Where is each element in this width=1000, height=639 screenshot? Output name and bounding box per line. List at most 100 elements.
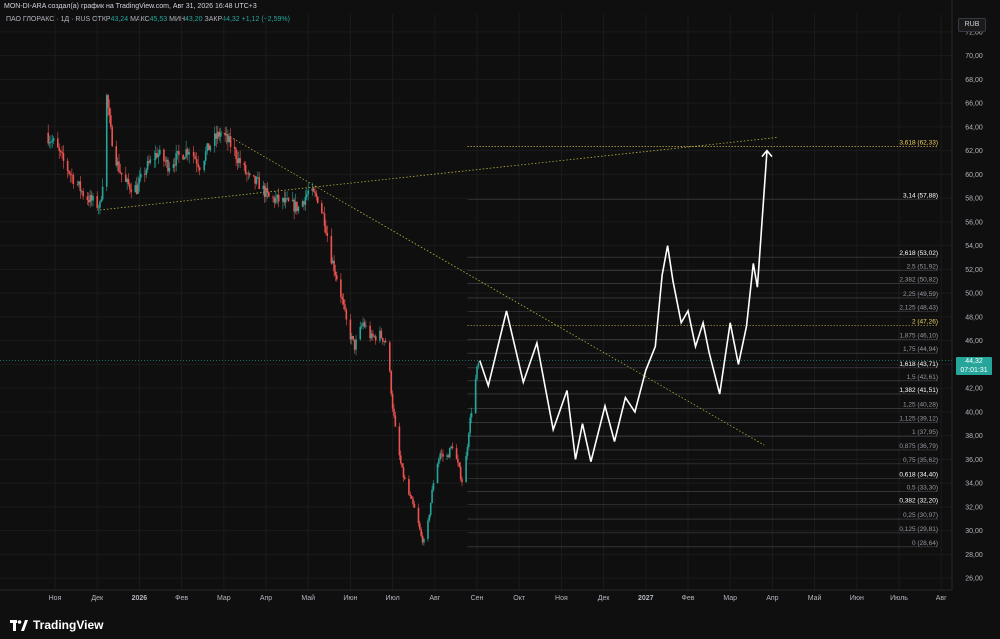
candle-body [195, 159, 198, 164]
candle-body [135, 185, 138, 194]
candle-body [227, 134, 229, 143]
candle-body [296, 201, 298, 212]
x-tick-label: Апр [766, 595, 778, 602]
price-chart[interactable]: 0 (28,64) 0,125 (29,81) 0,25 (30,97) 0,382 … [0, 0, 1000, 611]
fib-level-label: 2,382 (50,82) [899, 276, 938, 283]
candle-body [118, 161, 120, 172]
candle-body [100, 199, 103, 202]
candle-body [92, 196, 94, 201]
candle-body [293, 199, 295, 212]
fib-level-label: 1,618 (43,71) [899, 361, 938, 368]
candle-body [69, 173, 72, 175]
trendline-falling [220, 131, 765, 446]
fib-level-label: 1,75 (44,94) [903, 346, 938, 353]
candle-body [107, 95, 109, 108]
x-tick-label: Авг [429, 595, 440, 602]
candle-body [243, 163, 246, 165]
projection-line [479, 150, 768, 462]
candle-body [164, 161, 167, 162]
y-tick-label: 38,00 [965, 433, 983, 440]
candle-body [139, 173, 142, 178]
candle-body [138, 177, 141, 184]
candle-body [423, 538, 425, 543]
candle-body [80, 191, 83, 192]
candle-body [404, 477, 406, 479]
candle-body [76, 184, 79, 185]
candle-body [110, 115, 112, 127]
bar-countdown: 07:01:31 [960, 367, 988, 374]
candle-body [410, 496, 413, 499]
candle-body [402, 467, 405, 478]
fib-level-label: 0,75 (35,62) [903, 457, 938, 464]
candle-body [326, 232, 329, 236]
candle-body [116, 161, 119, 166]
x-tick-label: Апр [260, 595, 272, 602]
y-tick-label: 64,00 [965, 124, 983, 131]
candle-body [353, 339, 356, 350]
candle-body [365, 325, 367, 327]
candle-body [204, 151, 207, 161]
candle-body [233, 146, 236, 149]
candle-body [165, 159, 168, 162]
y-tick-label: 34,00 [965, 481, 983, 488]
candle-body [461, 479, 463, 483]
candle-body [355, 339, 357, 350]
candle-body [206, 143, 209, 152]
x-tick-label: Мар [723, 595, 737, 602]
candle-body [198, 167, 201, 171]
time-axis[interactable]: Ноя Дек 2026 Фев Мар Апр Май Июн Июл Авг Сен Окт Ноя… [0, 589, 952, 602]
x-tick-label: Фев [175, 595, 188, 602]
x-tick-label: Ноя [49, 595, 62, 602]
candle-body [373, 336, 376, 337]
candle-body [291, 199, 294, 202]
candle-body [59, 150, 62, 152]
candle-body [465, 455, 467, 483]
candle-body [340, 279, 342, 297]
candle-body [108, 107, 111, 116]
candle-body [257, 177, 259, 178]
candle-body [176, 151, 179, 153]
candle-body [89, 194, 91, 203]
candle-body [57, 138, 59, 148]
x-tick-label: Май [301, 594, 315, 602]
candle-body [477, 363, 480, 367]
candle-body [99, 201, 101, 208]
candle-body [316, 196, 319, 204]
candle-body [334, 271, 337, 276]
currency-button[interactable]: RUB [958, 18, 986, 32]
candle-body [183, 157, 186, 160]
candle-body [286, 198, 288, 199]
candle-body [146, 161, 149, 170]
candle-body [124, 174, 127, 182]
candle-body [432, 483, 435, 490]
x-tick-label: Ноя [555, 595, 568, 602]
candle-body [380, 330, 383, 338]
candle-body [351, 336, 353, 340]
y-tick-label: 70,00 [965, 53, 983, 60]
candle-body [97, 207, 100, 209]
fib-extension: 0 (28,64) 0,125 (29,81) 0,25 (30,97) 0,382 … [467, 140, 938, 548]
tradingview-logo[interactable]: TradingView [10, 618, 103, 632]
x-tick-label: Мар [217, 595, 231, 602]
candle-body [459, 466, 462, 480]
candle-body [157, 154, 160, 158]
candle-body [419, 523, 421, 530]
fib-level-label: 0,125 (29,81) [899, 526, 938, 533]
candle-body [372, 333, 374, 337]
candle-body [262, 185, 265, 190]
candle-body [408, 478, 410, 495]
price-axis[interactable]: 72,0070,0068,0066,0064,0062,0060,0058,00… [951, 0, 983, 590]
candle-body [321, 203, 323, 213]
candle-body [325, 225, 327, 233]
candle-body [203, 160, 206, 171]
candle-body [130, 189, 133, 193]
candle-body [359, 326, 362, 340]
candle-body [436, 463, 439, 484]
candle-body [126, 179, 128, 182]
candle-body [322, 212, 324, 214]
candle-body [129, 184, 131, 190]
candle-body [421, 535, 424, 543]
candle-body [68, 171, 70, 174]
fib-level-label: 2,618 (53,02) [899, 250, 938, 257]
candle-body [276, 194, 279, 199]
